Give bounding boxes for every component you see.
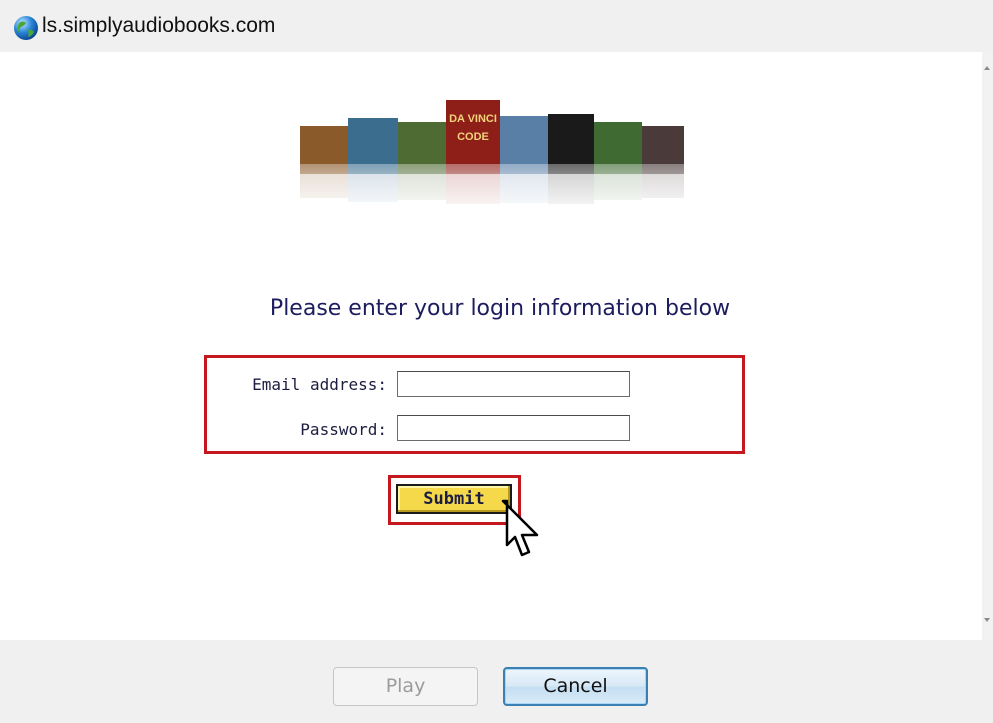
vertical-scrollbar[interactable] <box>982 52 993 640</box>
login-panel: DA VINCI CODE Please enter your login inf… <box>10 52 982 640</box>
window-title: ls.simplyaudiobooks.com <box>42 14 276 37</box>
play-button[interactable]: Play <box>333 667 478 706</box>
globe-icon <box>14 16 38 40</box>
password-field[interactable] <box>397 415 630 441</box>
davinci-cover-text: CODE <box>457 131 489 143</box>
window-titlebar: ls.simplyaudiobooks.com <box>0 0 993 52</box>
credentials-box: Email address: Password: <box>204 355 745 454</box>
password-label: Password: <box>300 420 387 439</box>
book-banner-image: DA VINCI CODE <box>290 100 710 216</box>
cancel-button[interactable]: Cancel <box>503 667 648 706</box>
email-label: Email address: <box>252 375 387 394</box>
email-field[interactable] <box>397 371 630 397</box>
scroll-down-icon[interactable] <box>984 618 990 622</box>
mouse-pointer-icon <box>501 499 539 557</box>
login-heading: Please enter your login information belo… <box>269 296 731 321</box>
scroll-up-icon[interactable] <box>984 66 990 70</box>
davinci-cover-text: DA VINCI <box>449 113 497 125</box>
dialog-footer: Play Cancel <box>0 640 993 723</box>
